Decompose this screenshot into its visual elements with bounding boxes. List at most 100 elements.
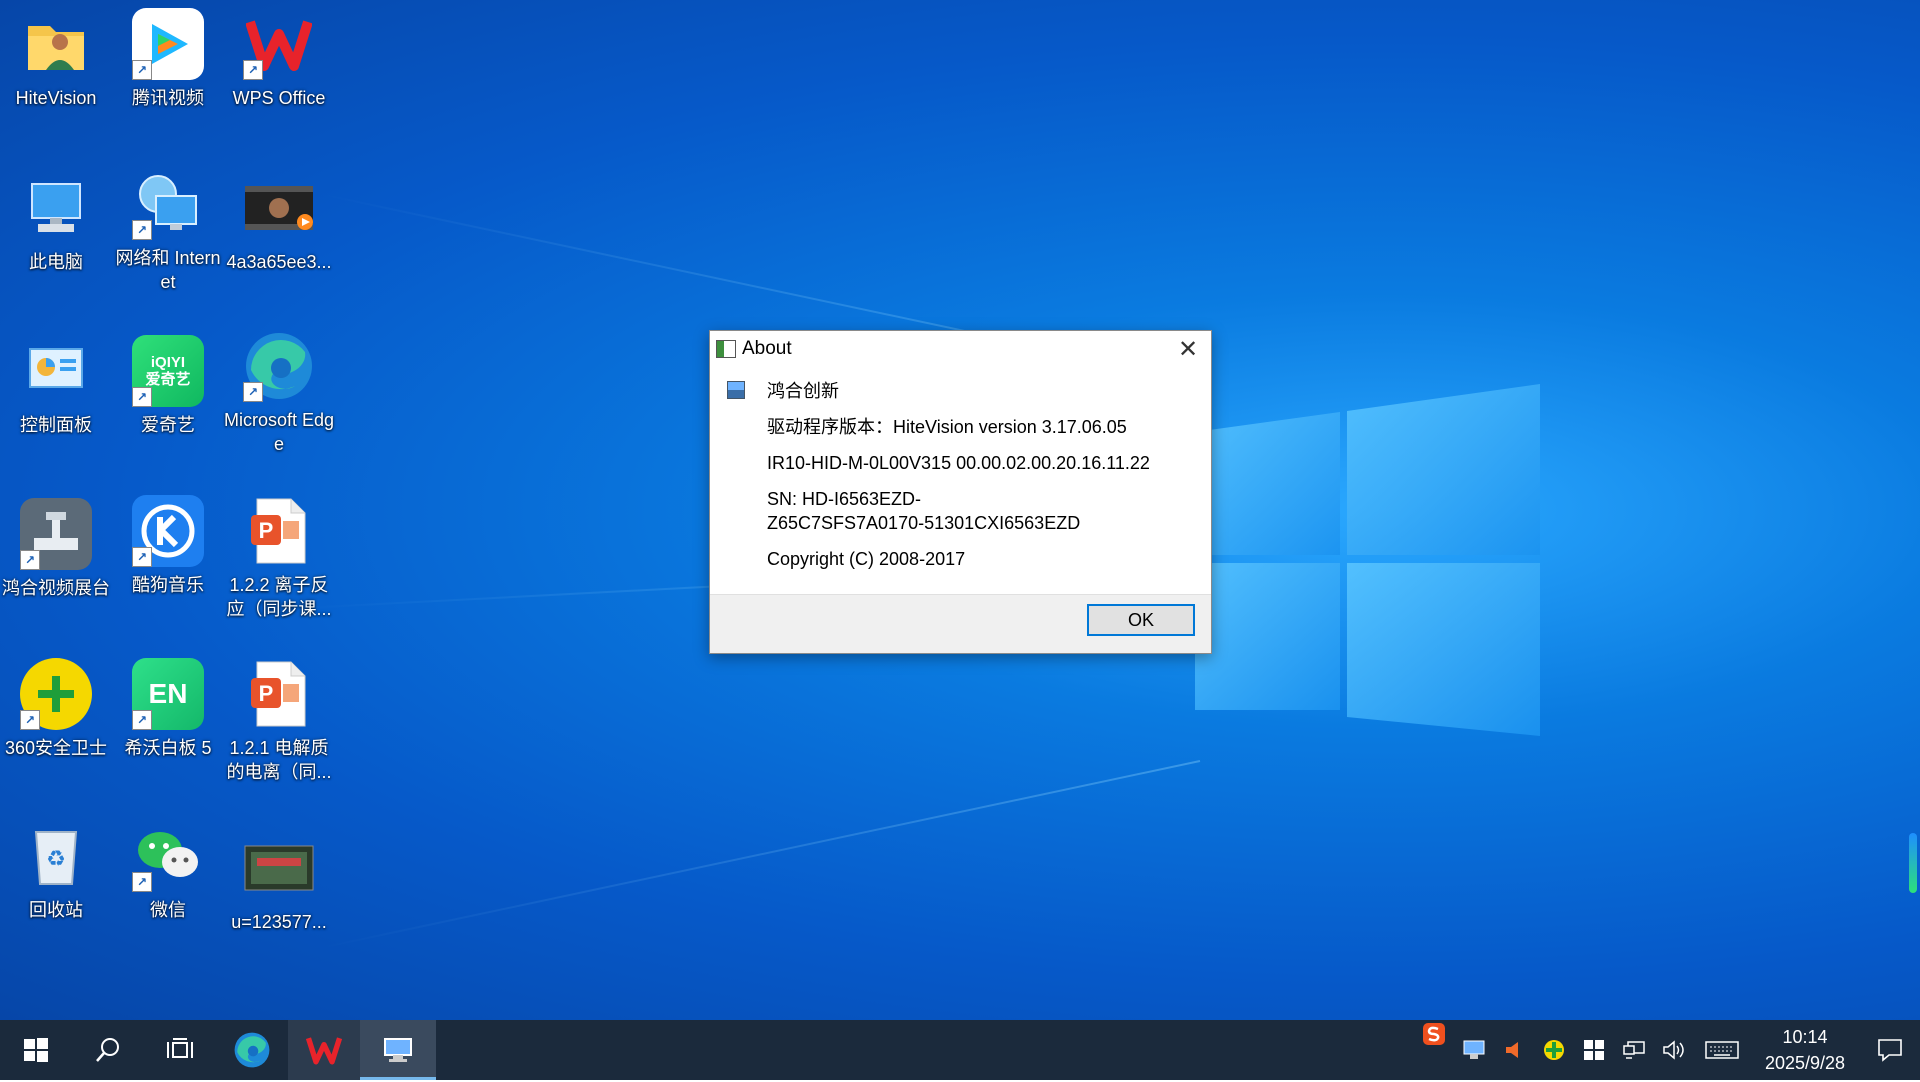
desktop-icon-image-file[interactable]: u=123577... bbox=[225, 832, 333, 934]
dialog-titlebar[interactable]: About ✕ bbox=[710, 331, 1211, 367]
desktop-icon-recycle-bin[interactable]: ♻ 回收站 bbox=[2, 820, 110, 922]
taskbar-hitevision-button[interactable] bbox=[360, 1020, 436, 1080]
desktop-icon-label: WPS Office bbox=[232, 88, 326, 108]
taskbar-edge-button[interactable] bbox=[216, 1020, 288, 1080]
desktop-icon-label: 360安全卫士 bbox=[4, 738, 108, 758]
edge-icon: ↗ bbox=[243, 330, 315, 402]
hitevision-tray-icon[interactable] bbox=[1454, 1020, 1494, 1080]
video-thumbnail-icon bbox=[243, 172, 315, 244]
start-button[interactable] bbox=[0, 1020, 72, 1080]
windows-logo-wallpaper bbox=[1195, 384, 1540, 736]
desktop-icon-kugou-music[interactable]: ↗ 酷狗音乐 bbox=[114, 495, 222, 597]
desktop-icon-label: 控制面板 bbox=[20, 415, 92, 435]
ok-button[interactable]: OK bbox=[1087, 604, 1195, 636]
hitevision-app-icon bbox=[384, 1038, 412, 1062]
about-dialog: About ✕ 鸿合创新 驱动程序版本：HiteVision version 3… bbox=[709, 330, 1212, 654]
folder-user-icon bbox=[20, 8, 92, 80]
desktop-icon-hitevision[interactable]: HiteVision bbox=[2, 8, 110, 110]
desktop-icon-label: 网络和 Internet bbox=[115, 248, 221, 292]
visualizer-icon: ↗ bbox=[20, 498, 92, 570]
shortcut-arrow-icon: ↗ bbox=[243, 60, 263, 80]
search-button[interactable] bbox=[72, 1020, 144, 1080]
iqiyi-icon: iQIYI 爱奇艺 ↗ bbox=[132, 335, 204, 407]
task-view-icon bbox=[167, 1038, 193, 1058]
desktop-icon-iqiyi[interactable]: iQIYI 爱奇艺 ↗ 爱奇艺 bbox=[114, 335, 222, 437]
network-tray-icon[interactable] bbox=[1614, 1020, 1654, 1080]
taskbar: 10:14 2025/9/28 bbox=[0, 1020, 1920, 1080]
system-tray: 10:14 2025/9/28 bbox=[1414, 1020, 1920, 1080]
desktop-icon-label: 酷狗音乐 bbox=[132, 575, 204, 595]
ppt-file-icon: P bbox=[243, 495, 315, 567]
desktop-icon-network-internet[interactable]: ↗ 网络和 Internet bbox=[114, 168, 222, 294]
dialog-body: 鸿合创新 驱动程序版本：HiteVision version 3.17.06.0… bbox=[710, 367, 1211, 595]
firmware-version-text: IR10-HID-M-0L00V315 00.00.02.00.20.16.11… bbox=[767, 453, 1150, 473]
desktop-icon-wps-office[interactable]: ↗ WPS Office bbox=[225, 8, 333, 110]
desktop-icon-label: 回收站 bbox=[29, 900, 83, 920]
iqiyi-logo-text: iQIYI 爱奇艺 bbox=[145, 354, 191, 388]
seewo-whiteboard-icon: EN ↗ bbox=[132, 658, 204, 730]
wps-office-icon bbox=[305, 1037, 343, 1065]
keyboard-tray-icon[interactable] bbox=[1694, 1020, 1750, 1080]
shortcut-arrow-icon: ↗ bbox=[132, 60, 152, 80]
shortcut-arrow-icon: ↗ bbox=[243, 382, 263, 402]
edge-icon bbox=[234, 1032, 270, 1068]
search-icon bbox=[96, 1038, 119, 1062]
desktop-icon-wechat[interactable]: ↗ 微信 bbox=[114, 820, 222, 922]
desktop-icon-hite-visualizer[interactable]: ↗ 鸿合视频展台 bbox=[2, 498, 110, 600]
ppt-glyph: P bbox=[259, 681, 274, 706]
sogou-ime-icon[interactable] bbox=[1414, 1018, 1454, 1082]
tencent-video-icon: ↗ bbox=[132, 8, 204, 80]
clock-date: 2025/9/28 bbox=[1764, 1053, 1846, 1073]
360-security-icon: ↗ bbox=[20, 658, 92, 730]
company-name: 鸿合创新 bbox=[767, 381, 839, 401]
grid-tray-icon[interactable] bbox=[1574, 1020, 1614, 1080]
desktop-icon-tencent-video[interactable]: ↗ 腾讯视频 bbox=[114, 8, 222, 110]
speaker-tray-icon[interactable] bbox=[1494, 1020, 1534, 1080]
kugou-music-icon: ↗ bbox=[132, 495, 204, 567]
app-window-icon bbox=[716, 340, 736, 358]
driver-version-text: 驱动程序版本：HiteVision version 3.17.06.05 bbox=[767, 417, 1127, 437]
clock-time: 10:14 bbox=[1782, 1027, 1828, 1047]
desktop: HiteVision 此电脑 控制面板 ↗ 鸿合视频展台 ↗ 360安全卫士 ♻… bbox=[0, 0, 1920, 1020]
svg-text:♻: ♻ bbox=[46, 846, 66, 871]
seewo-logo-text: EN bbox=[148, 678, 188, 709]
hitevision-app-icon bbox=[727, 381, 745, 399]
desktop-icon-this-pc[interactable]: 此电脑 bbox=[2, 172, 110, 274]
desktop-icon-label: 1.2.2 离子反应（同步课... bbox=[226, 575, 332, 619]
action-center-button[interactable] bbox=[1860, 1020, 1920, 1080]
360-tray-icon[interactable] bbox=[1534, 1020, 1574, 1080]
taskbar-clock[interactable]: 10:14 2025/9/28 bbox=[1750, 1024, 1860, 1076]
desktop-icon-control-panel[interactable]: 控制面板 bbox=[2, 335, 110, 437]
desktop-icon-ppt-ionic-reaction[interactable]: P 1.2.2 离子反应（同步课... bbox=[225, 495, 333, 621]
desktop-icon-label: 1.2.1 电解质的电离（同... bbox=[226, 738, 332, 782]
copyright-text: Copyright (C) 2008-2017 bbox=[767, 549, 966, 569]
side-widget-handle[interactable] bbox=[1909, 833, 1917, 893]
ppt-glyph: P bbox=[259, 518, 274, 543]
network-globe-icon: ↗ bbox=[132, 168, 204, 240]
dialog-footer: OK bbox=[710, 594, 1211, 653]
desktop-icon-label: 微信 bbox=[150, 900, 186, 920]
desktop-icon-label: 腾讯视频 bbox=[132, 88, 204, 108]
computer-icon bbox=[20, 172, 92, 244]
ppt-file-icon: P bbox=[243, 658, 315, 730]
desktop-icon-360-security[interactable]: ↗ 360安全卫士 bbox=[2, 658, 110, 760]
desktop-icon-label: 希沃白板 5 bbox=[124, 738, 212, 758]
shortcut-arrow-icon: ↗ bbox=[132, 872, 152, 892]
image-thumbnail-icon bbox=[243, 832, 315, 904]
control-panel-icon bbox=[20, 335, 92, 407]
task-view-button[interactable] bbox=[144, 1020, 216, 1080]
close-button[interactable]: ✕ bbox=[1165, 331, 1211, 367]
desktop-icon-ppt-electrolyte[interactable]: P 1.2.1 电解质的电离（同... bbox=[225, 658, 333, 784]
notification-icon bbox=[1878, 1039, 1902, 1062]
desktop-icon-label: Microsoft Edge bbox=[223, 410, 335, 454]
shortcut-arrow-icon: ↗ bbox=[132, 547, 152, 567]
desktop-icon-seewo-whiteboard[interactable]: EN ↗ 希沃白板 5 bbox=[114, 658, 222, 760]
volume-tray-icon[interactable] bbox=[1654, 1020, 1694, 1080]
desktop-icon-microsoft-edge[interactable]: ↗ Microsoft Edge bbox=[223, 330, 335, 456]
shortcut-arrow-icon: ↗ bbox=[20, 710, 40, 730]
desktop-icon-label: 鸿合视频展台 bbox=[2, 578, 110, 598]
taskbar-wps-button[interactable] bbox=[288, 1020, 360, 1080]
desktop-icon-label: u=123577... bbox=[231, 912, 327, 932]
wallpaper-beam bbox=[319, 760, 1201, 950]
desktop-icon-video-file[interactable]: 4a3a65ee3... bbox=[225, 172, 333, 274]
